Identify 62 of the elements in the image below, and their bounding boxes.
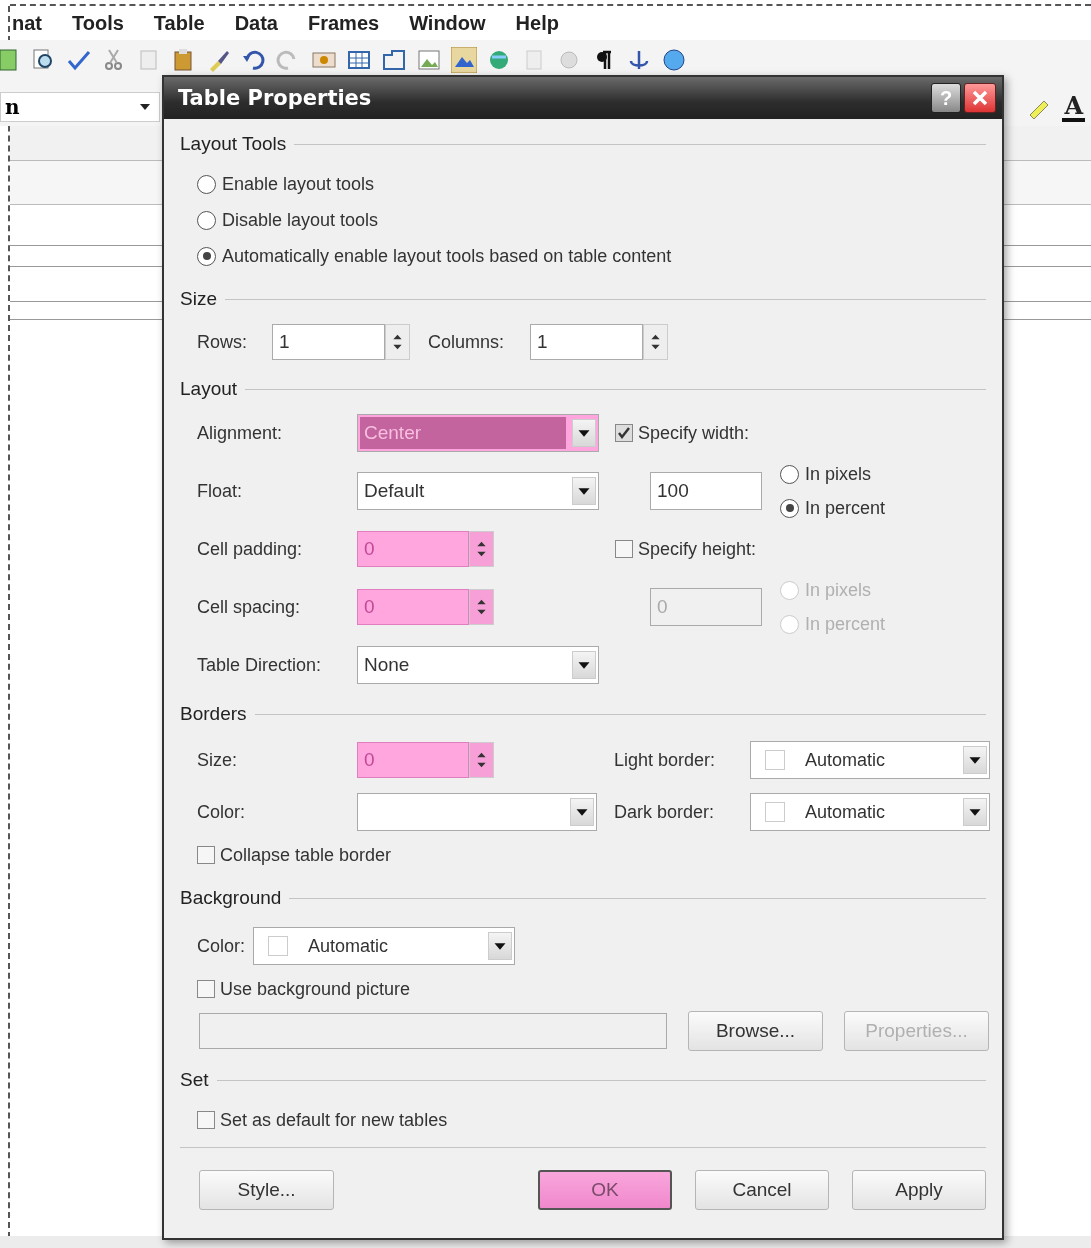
radio-option[interactable]: Enable layout tools (197, 173, 375, 195)
close-button[interactable] (964, 83, 996, 113)
menu-item[interactable]: Window (409, 11, 486, 35)
checkbox-option[interactable]: Set as default for new tables (197, 1109, 448, 1131)
section-title: Size (180, 288, 217, 310)
dialog-button[interactable]: Apply (852, 1169, 986, 1210)
checkbox-option[interactable]: Collapse table border (197, 844, 392, 866)
close-icon (971, 89, 989, 107)
width-field[interactable]: 100 (650, 472, 762, 510)
field-label: Color: (197, 935, 246, 957)
spin-buttons-icon[interactable] (469, 531, 494, 567)
color-dropdown[interactable] (357, 793, 597, 831)
field-label: Rows: (197, 331, 248, 353)
section-title: Borders (180, 703, 247, 725)
select-dropdown[interactable]: None (357, 646, 599, 684)
style-dropdown[interactable]: n (0, 92, 160, 122)
checkbox-option[interactable]: Specify width: (615, 422, 750, 444)
section-title: Background (180, 887, 282, 909)
image-icon[interactable] (416, 47, 442, 73)
section-title: Set (180, 1069, 209, 1091)
dialog-title: Table Properties (178, 86, 372, 110)
field-label: Float: (197, 480, 244, 502)
field-label: Color: (197, 801, 246, 823)
radio-option[interactable]: In percent (780, 497, 886, 519)
section-title: Layout Tools (180, 133, 287, 155)
radio-option[interactable]: In pixels (780, 463, 886, 485)
field-label: Light border: (614, 749, 717, 771)
select-dropdown[interactable]: Default (357, 472, 599, 510)
checkmark-icon (617, 426, 631, 440)
spin-buttons-icon[interactable] (469, 589, 494, 625)
frame-icon[interactable] (381, 47, 407, 73)
field-label: Cell padding: (197, 538, 304, 560)
number-field[interactable]: 1 (530, 324, 643, 360)
spin-buttons-icon[interactable] (385, 324, 410, 360)
field-label: Columns: (428, 331, 506, 353)
menu-item[interactable]: Table (153, 11, 205, 35)
radio-option[interactable]: Disable layout tools (197, 209, 379, 231)
menu-item[interactable]: Help (515, 11, 559, 35)
menu-item[interactable]: Data (234, 11, 278, 35)
menu-item[interactable]: Frames (308, 11, 380, 35)
field-label: Size: (197, 749, 239, 771)
spin-buttons-icon[interactable] (469, 742, 494, 778)
color-dropdown[interactable]: Automatic (750, 793, 990, 831)
checkbox-option[interactable]: Use background picture (197, 978, 411, 1000)
dialog-button[interactable]: Cancel (695, 1169, 829, 1210)
menu-item[interactable]: nat (12, 11, 42, 35)
menu-item[interactable]: Tools (72, 11, 124, 35)
field-label: Dark border: (614, 801, 716, 823)
field-label: Table Direction: (197, 654, 323, 676)
field-label: Alignment: (197, 422, 284, 444)
style-button[interactable]: Style... (199, 1169, 334, 1210)
caret-icon (139, 103, 151, 111)
browse-button[interactable]: Browse... (688, 1011, 823, 1051)
font-color-button[interactable]: A (1062, 94, 1085, 122)
field-label: Cell spacing: (197, 596, 302, 618)
image-icon[interactable] (451, 47, 477, 73)
radio-option[interactable]: Automatically enable layout tools based on table content (197, 245, 672, 267)
number-field[interactable]: 1 (272, 324, 385, 360)
color-dropdown[interactable]: Automatic (253, 927, 515, 965)
color-dropdown[interactable]: Automatic (750, 741, 990, 779)
spin-buttons-icon[interactable] (643, 324, 668, 360)
section-title: Layout (180, 378, 238, 400)
